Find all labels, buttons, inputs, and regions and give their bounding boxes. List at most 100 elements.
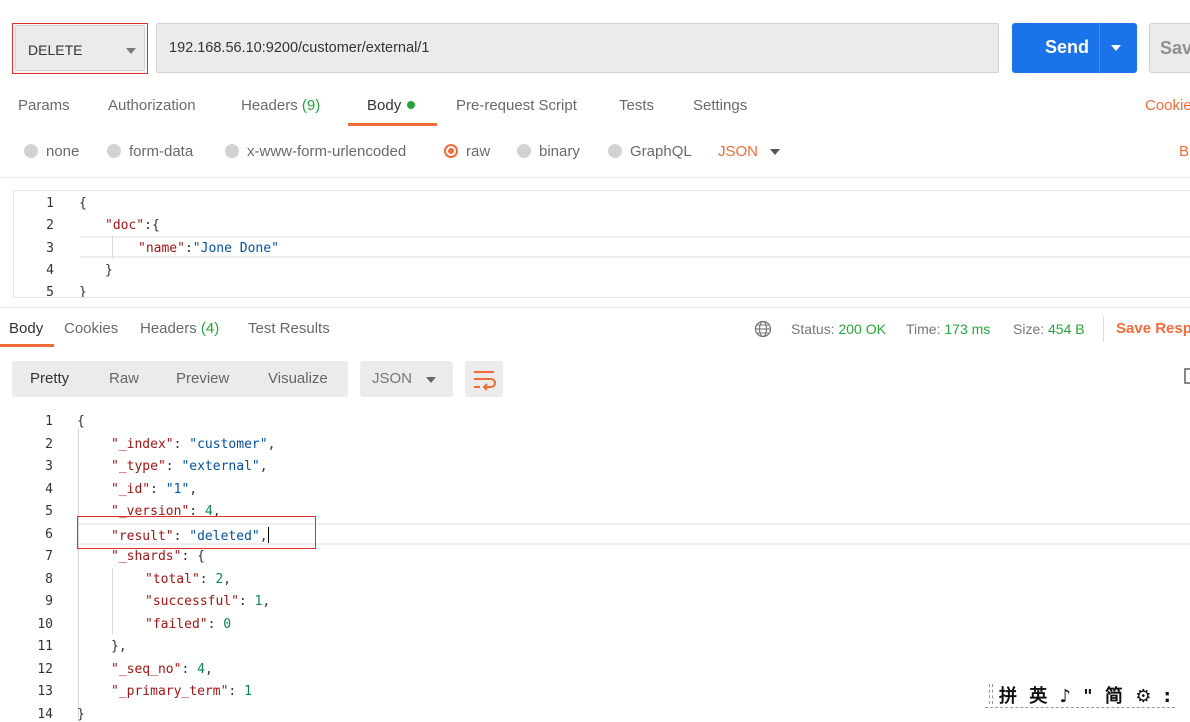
response-tab-body[interactable]: Body xyxy=(9,320,43,337)
line-number: 3 xyxy=(46,241,54,256)
radio-raw-selected-icon[interactable] xyxy=(444,144,458,158)
response-format-select[interactable]: JSON xyxy=(360,361,453,397)
json-key: "_seq_no" xyxy=(111,662,182,677)
json-number: 1 xyxy=(254,594,263,609)
response-body-editor[interactable]: 1 2 3 4 5 6 7 8 9 10 11 12 13 14 { "_ind… xyxy=(0,408,1190,722)
json-key: "total" xyxy=(145,572,200,587)
line-number: 3 xyxy=(45,459,53,474)
radio-urlencoded-icon[interactable] xyxy=(225,144,239,158)
status-value: 200 OK xyxy=(838,321,886,337)
radio-binary-icon[interactable] xyxy=(517,144,531,158)
code-line: } xyxy=(79,285,87,298)
response-tab-headers[interactable]: Headers (4) xyxy=(140,320,219,337)
code-line: "_id": "1", xyxy=(111,482,198,497)
url-input[interactable]: 192.168.56.10:9200/customer/external/1 xyxy=(156,23,999,73)
code-line: "_index": "customer", xyxy=(111,437,276,452)
status-meta: Status: 200 OK xyxy=(791,321,886,337)
view-preview[interactable]: Preview xyxy=(176,370,229,387)
ime-grip-handle[interactable] xyxy=(989,684,993,704)
json-key: "_index" xyxy=(111,437,174,452)
line-number: 1 xyxy=(46,196,54,211)
size-value: 454 B xyxy=(1048,321,1085,337)
line-number: 13 xyxy=(37,684,53,699)
code-line: "_type": "external", xyxy=(111,459,268,474)
body-type-none[interactable]: none xyxy=(46,143,79,160)
ime-toolbar-glyphs: 拼 英 ♪ " 简 ⚙ : xyxy=(999,686,1174,707)
body-type-raw[interactable]: raw xyxy=(466,143,490,160)
send-label: Send xyxy=(1045,37,1090,57)
code-line: { xyxy=(77,414,85,429)
chevron-down-icon[interactable] xyxy=(770,149,780,155)
response-tab-test-results[interactable]: Test Results xyxy=(248,320,330,337)
json-string: "Jone Done" xyxy=(192,241,279,256)
request-body-editor[interactable]: 1 2 3 4 5 { "doc":{ "name":"Jone Done" }… xyxy=(13,190,1190,298)
line-number: 2 xyxy=(46,218,54,233)
time-value: 173 ms xyxy=(944,321,991,337)
body-type-form-data[interactable]: form-data xyxy=(129,143,193,160)
tab-label: Tests xyxy=(619,97,655,114)
beautify-link[interactable]: B xyxy=(1179,143,1189,160)
body-type-binary[interactable]: binary xyxy=(539,143,580,160)
method-value: DELETE xyxy=(28,42,83,58)
line-number: 12 xyxy=(37,662,53,677)
method-select[interactable]: DELETE xyxy=(15,25,145,71)
body-indicator-dot xyxy=(407,101,416,109)
body-type-graphql[interactable]: GraphQL xyxy=(630,143,692,160)
json-number: 1 xyxy=(244,684,252,699)
status-label: Status: xyxy=(791,321,835,337)
ime-toolbar[interactable]: 拼 英 ♪ " 简 ⚙ : xyxy=(985,680,1175,708)
send-options-chevron-icon[interactable] xyxy=(1111,45,1121,51)
wrap-lines-button[interactable] xyxy=(465,361,503,397)
view-pretty[interactable]: Pretty xyxy=(30,370,69,387)
time-label: Time: xyxy=(906,321,941,337)
radio-none-icon[interactable] xyxy=(24,144,38,158)
save-response-button[interactable]: Save Resp xyxy=(1116,320,1190,337)
radio-form-data-icon[interactable] xyxy=(107,144,121,158)
json-punct: : xyxy=(184,241,193,256)
active-tab-underline xyxy=(0,344,54,347)
code-line: "_shards": { xyxy=(111,549,205,564)
save-label: Sav xyxy=(1160,38,1190,58)
response-tab-cookies[interactable]: Cookies xyxy=(64,320,118,337)
time-meta: Time: 173 ms xyxy=(906,321,990,337)
tab-tests[interactable]: Tests xyxy=(619,97,654,114)
json-key: "_shards" xyxy=(111,549,182,564)
line-number: 14 xyxy=(37,707,53,722)
tab-headers[interactable]: Headers (9) xyxy=(241,97,320,114)
view-raw[interactable]: Raw xyxy=(109,370,139,387)
tab-label: Headers xyxy=(140,320,197,337)
copy-icon[interactable] xyxy=(1184,368,1190,384)
code-line: } xyxy=(77,707,85,722)
tab-label: Authorization xyxy=(108,97,196,114)
cookies-link[interactable]: Cookie xyxy=(1145,97,1190,114)
json-string: "external" xyxy=(181,459,260,474)
json-key: "_id" xyxy=(111,482,151,497)
send-divider xyxy=(1099,23,1100,73)
json-number: 2 xyxy=(215,572,224,587)
json-key: "successful" xyxy=(145,594,239,609)
view-mode-group: Pretty Raw Preview Visualize xyxy=(12,361,348,397)
send-button[interactable]: Send xyxy=(1012,23,1137,73)
tab-params[interactable]: Params xyxy=(18,97,70,114)
indent-guide xyxy=(78,428,79,718)
indent-guide xyxy=(112,568,113,634)
json-key: "_primary_term" xyxy=(111,684,229,699)
body-type-urlencoded[interactable]: x-www-form-urlencoded xyxy=(247,143,406,160)
tab-pre-request-script[interactable]: Pre-request Script xyxy=(456,97,577,114)
line-number: 2 xyxy=(45,437,53,452)
radio-graphql-icon[interactable] xyxy=(608,144,622,158)
wrap-lines-icon xyxy=(474,371,496,391)
tab-authorization[interactable]: Authorization xyxy=(108,97,196,114)
tab-settings[interactable]: Settings xyxy=(693,97,747,114)
body-format-select[interactable]: JSON xyxy=(718,143,758,160)
divider xyxy=(0,177,1190,178)
chevron-down-icon xyxy=(126,48,136,54)
save-button[interactable]: Sav xyxy=(1149,23,1190,73)
view-visualize[interactable]: Visualize xyxy=(268,370,328,387)
globe-icon[interactable] xyxy=(754,320,772,338)
line-number: 11 xyxy=(37,639,53,654)
size-label: Size: xyxy=(1013,321,1045,337)
tab-body[interactable]: Body xyxy=(367,97,416,114)
headers-count: (9) xyxy=(301,97,321,114)
size-meta: Size: 454 B xyxy=(1013,321,1085,337)
